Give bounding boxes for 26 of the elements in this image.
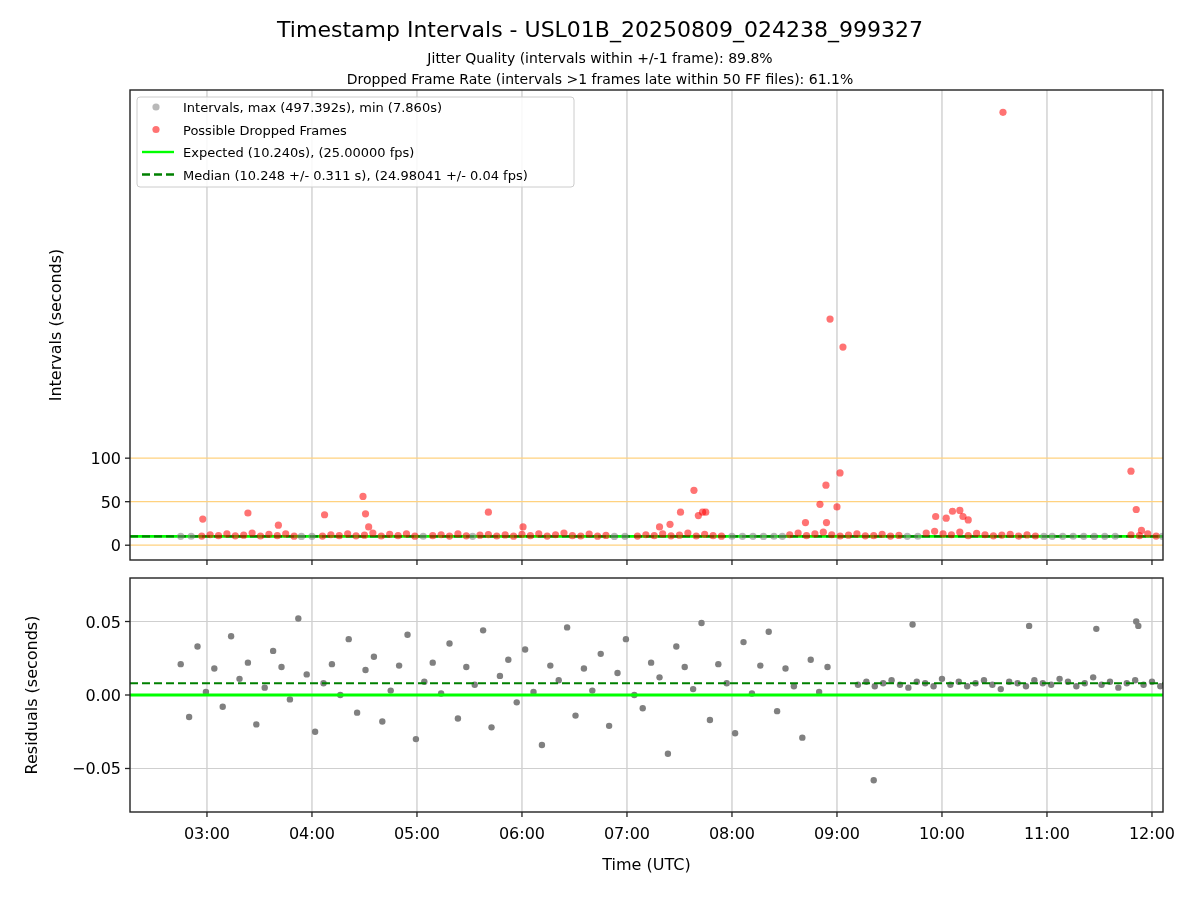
tick-label: 10:00 [918,824,966,843]
tick-label: 12:00 [1128,824,1176,843]
legend-label: Intervals, max (497.392s), min (7.860s) [183,100,442,115]
tick-label: 03:00 [183,824,230,843]
legend-label: Expected (10.240s), (25.00000 fps) [183,145,415,160]
tick-label: 07:00 [603,824,650,843]
axis-label: Time (UTC) [602,855,691,874]
tick-label: 0 [110,536,121,556]
tick-label: 09:00 [813,824,861,843]
tick-label: 04:00 [288,824,335,843]
tick-label: 0.05 [85,612,121,632]
tick-label: 06:00 [498,824,545,843]
tick-label: 0.00 [85,686,121,705]
figure-title: Timestamp Intervals - USL01B_20250809_024238_999327 [277,17,923,42]
tick-label: −0.05 [71,759,121,779]
tick-label: 11:00 [1023,824,1071,843]
axis-label: Intervals (seconds) [46,248,65,402]
tick-label: 08:00 [708,824,756,843]
figure-subtitle: Jitter Quality (intervals within +/-1 frame): 89.8% [427,50,773,66]
legend-label: Median (10.248 +/- 0.311 s), (24.98041 +/- 0.04 fps) [183,167,528,183]
axis-label: Residuals (seconds) [22,615,41,775]
legend-label: Possible Dropped Frames [183,122,347,138]
tick-label: 50 [100,492,121,512]
tick-label: 100 [90,449,121,469]
tick-label: 05:00 [393,824,440,843]
figure-subtitle: Dropped Frame Rate (intervals >1 frames late within 50 FF files): 61.1% [346,71,854,87]
